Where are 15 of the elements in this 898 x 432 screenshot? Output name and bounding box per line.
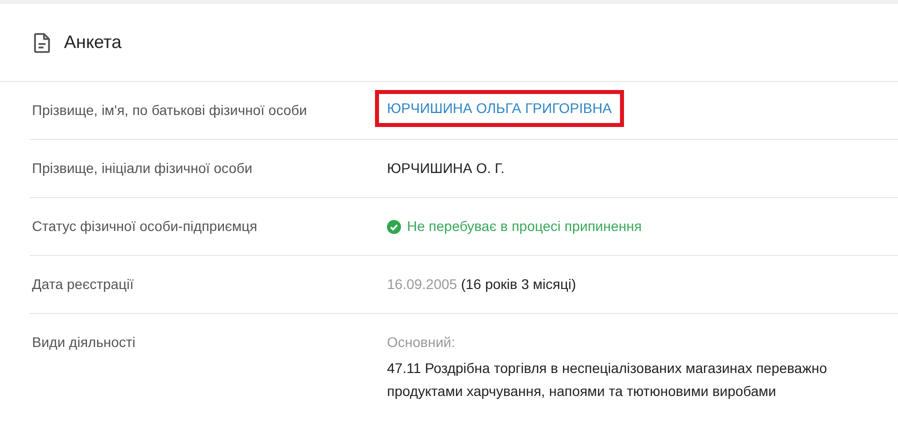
field-value: ЮРЧИШИНА О. Г. [387,160,506,177]
field-label: Прізвище, ім'я, по батькові фізичної особи [31,101,308,120]
name-link[interactable]: ЮРЧИШИНА ОЛЬГА ГРИГОРІВНА [375,90,624,127]
field-label: Прізвище, ініціали фізичної особи [31,159,254,178]
activity-caption: Основний: [387,334,456,351]
card-title: Анкета [64,32,122,53]
field-label: Види діяльності [31,333,136,352]
activity-text: 47.11 Роздрібна торгівля в неспеціалізованих магазинах переважно продуктами харчування, напоями та тютюновими виробами [387,359,828,401]
field-label: Статус фізичної особи-підприємця [31,217,258,236]
document-icon [34,32,50,52]
duration-text: (16 років 3 місяці) [460,276,576,292]
registration-date: 16.09.2005 [387,276,458,292]
check-circle-icon [387,220,401,234]
status-text: Не перебуває в процесі припинення [407,218,642,235]
field-label: Дата реєстрації [31,275,135,294]
